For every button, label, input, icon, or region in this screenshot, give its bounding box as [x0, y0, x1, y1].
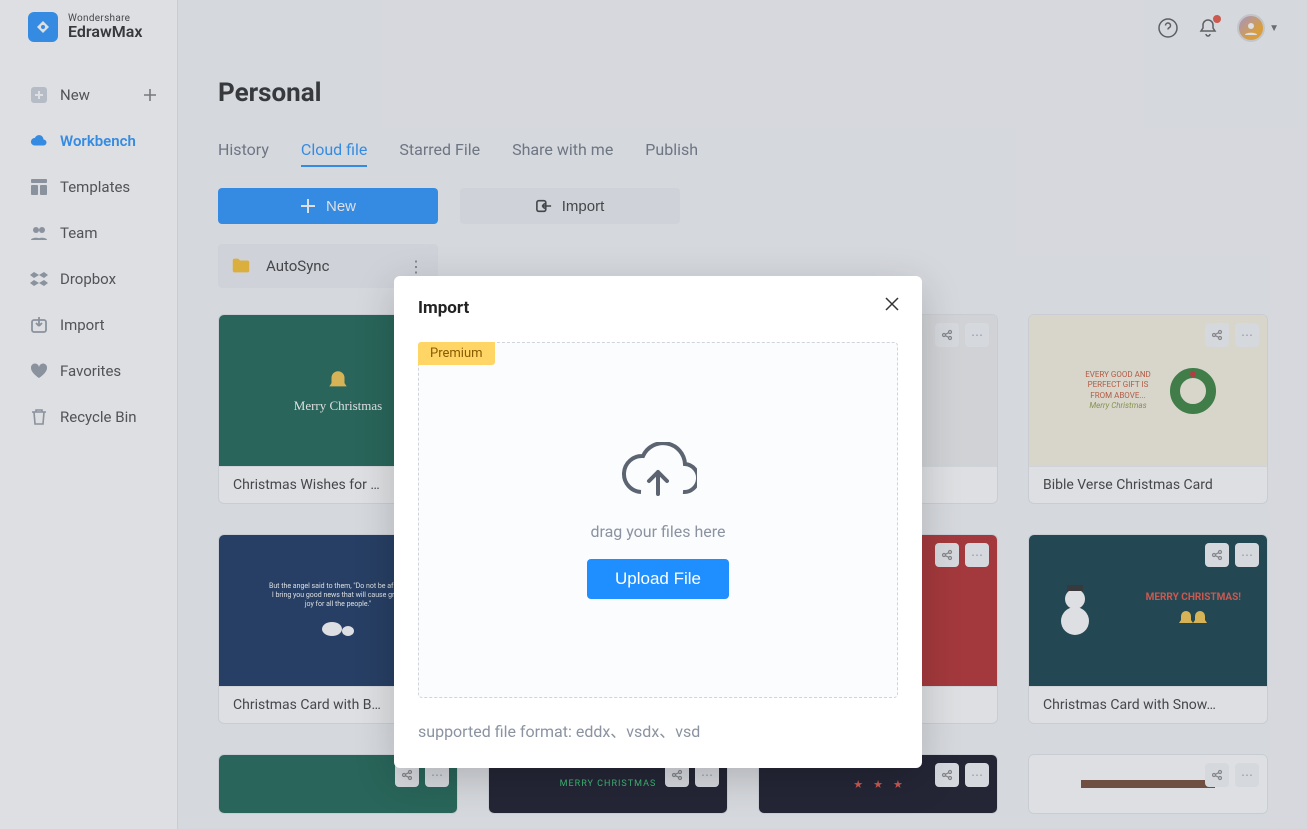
close-icon[interactable] [882, 294, 902, 314]
upload-file-button[interactable]: Upload File [587, 559, 729, 599]
premium-badge: Premium [418, 342, 495, 365]
cloud-upload-icon [619, 442, 697, 504]
modal-title: Import [418, 298, 898, 318]
dropzone-text: drag your files here [590, 522, 725, 541]
import-modal: Import Premium drag your files here Uplo… [394, 276, 922, 768]
dropzone[interactable]: Premium drag your files here Upload File [418, 342, 898, 698]
supported-formats: supported file format: eddx、vsdx、vsd [418, 718, 898, 742]
modal-backdrop[interactable]: Import Premium drag your files here Uplo… [0, 0, 1307, 829]
